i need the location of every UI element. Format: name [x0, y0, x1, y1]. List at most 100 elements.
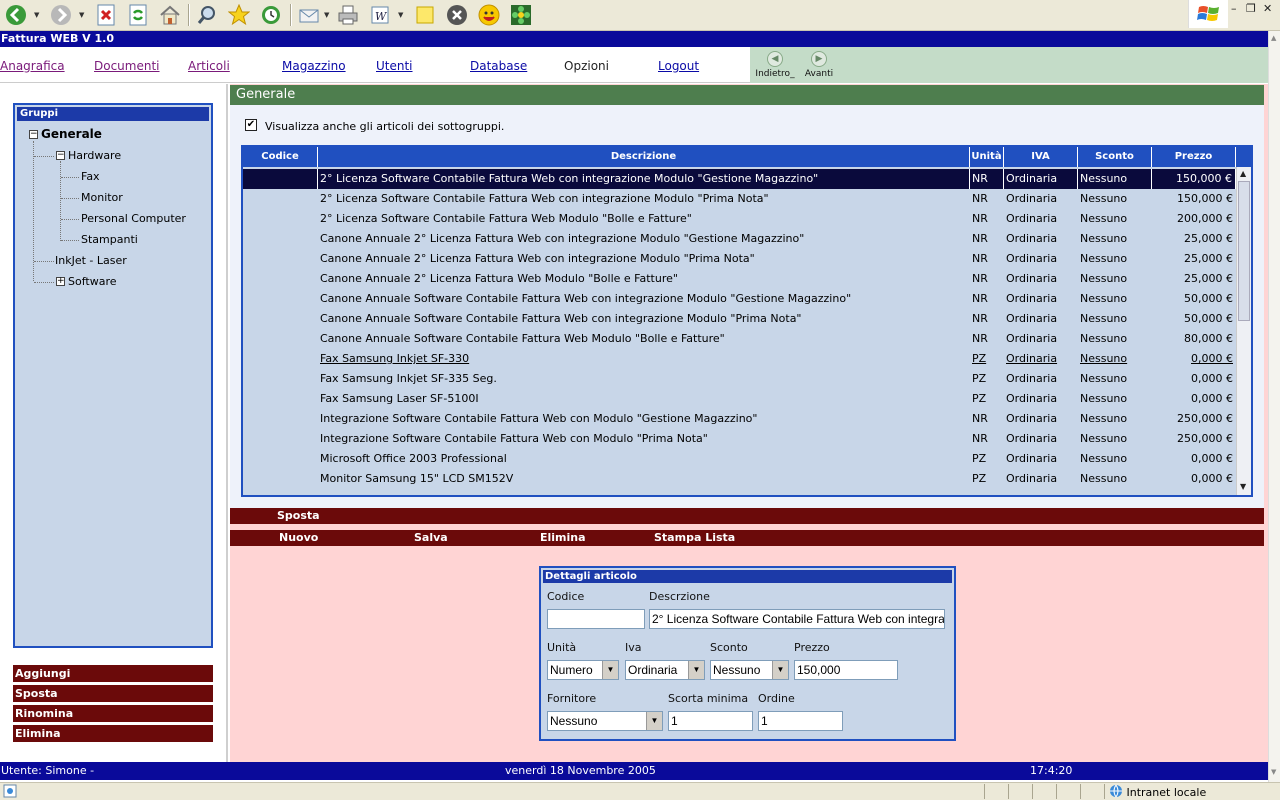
table-row[interactable]: Integrazione Software Contabile Fattura …	[243, 409, 1236, 429]
tree-item-inkjet-laser[interactable]: InkJet - Laser	[55, 254, 127, 267]
table-row[interactable]: Fax Samsung Inkjet SF-335 Seg. PZ Ordinari…	[243, 369, 1236, 389]
refresh-icon[interactable]	[126, 3, 150, 27]
subgroups-checkbox[interactable]: ✔	[245, 119, 257, 131]
back-icon[interactable]	[4, 3, 28, 27]
col-sconto[interactable]: Sconto	[1078, 147, 1152, 167]
notes-icon[interactable]	[413, 3, 437, 27]
table-row[interactable]: Canone Annuale Software Contabile Fattur…	[243, 289, 1236, 309]
table-row[interactable]: Monitor Samsung 15" LCD SM152V PZ Ordinari…	[243, 469, 1236, 489]
salva-button[interactable]: Salva	[414, 530, 448, 546]
rinomina-button[interactable]: Rinomina	[13, 705, 213, 722]
tree-item-software[interactable]: Software	[68, 275, 117, 288]
table-row[interactable]: Canone Annuale 2° Licenza Fattura Web Mo…	[243, 269, 1236, 289]
print-icon[interactable]	[336, 3, 360, 27]
search-icon[interactable]	[195, 3, 219, 27]
table-scrollbar[interactable]: ▲ ▼	[1236, 167, 1251, 495]
scroll-thumb[interactable]	[1238, 181, 1250, 321]
tree-item-personal-computer[interactable]: Personal Computer	[81, 212, 186, 225]
table-row[interactable]: Canone Annuale 2° Licenza Fattura Web co…	[243, 249, 1236, 269]
sconto-select[interactable]: Nessuno ▼	[710, 660, 789, 680]
close-icon[interactable]: ✕	[1263, 2, 1272, 15]
expand-icon[interactable]: +	[56, 277, 65, 286]
scroll-down-icon[interactable]: ▼	[1271, 768, 1276, 776]
stop-icon[interactable]	[94, 3, 118, 27]
unita-select[interactable]: Numero ▼	[547, 660, 619, 680]
minimize-icon[interactable]: –	[1231, 2, 1237, 15]
mail-dropdown-icon[interactable]: ▼	[324, 12, 331, 19]
elimina-button[interactable]: Elimina	[540, 530, 586, 546]
tree-item-monitor[interactable]: Monitor	[81, 191, 123, 204]
table-row[interactable]: Canone Annuale Software Contabile Fattur…	[243, 309, 1236, 329]
collapse-icon[interactable]: −	[56, 151, 65, 160]
cell-prezzo-text: 0,000 €	[1191, 452, 1233, 465]
back-button[interactable]: ◀ Indietro_	[750, 51, 800, 79]
col-codice[interactable]: Codice	[243, 147, 318, 167]
cell-iva-text: Ordinaria	[1006, 292, 1058, 305]
table-row[interactable]: Canone Annuale Software Contabile Fattur…	[243, 329, 1236, 349]
table-row[interactable]: 2° Licenza Software Contabile Fattura We…	[243, 209, 1236, 229]
cell-iva-text: Ordinaria	[1006, 452, 1058, 465]
nuovo-button[interactable]: Nuovo	[279, 530, 318, 546]
favorites-icon[interactable]	[227, 3, 251, 27]
forward-dropdown-icon[interactable]: ▼	[79, 12, 86, 19]
action-bar-bottom: Nuovo Salva Elimina Stampa Lista	[230, 530, 1264, 546]
descrizione-input[interactable]: 2° Licenza Software Contabile Fattura We…	[649, 609, 945, 629]
menu-logout[interactable]: Logout	[658, 59, 699, 73]
menu-opzioni[interactable]: Opzioni	[564, 59, 609, 73]
restore-icon[interactable]: ❐	[1246, 2, 1256, 15]
edit-dropdown-icon[interactable]: ▼	[398, 12, 405, 19]
stampa-lista-button[interactable]: Stampa Lista	[654, 530, 735, 546]
sposta-button[interactable]: Sposta	[277, 508, 320, 524]
edit-icon[interactable]: W	[368, 3, 392, 27]
tree-item-hardware[interactable]: Hardware	[68, 149, 121, 162]
menu-documenti[interactable]: Documenti	[94, 59, 160, 73]
elimina-group-button[interactable]: Elimina	[13, 725, 213, 742]
col-unita[interactable]: Unità	[970, 147, 1004, 167]
forward-button[interactable]: ▶ Avanti	[794, 51, 844, 79]
chevron-down-icon[interactable]: ▼	[646, 712, 662, 730]
tree-item-generale[interactable]: Generale	[41, 127, 102, 141]
flower-icon[interactable]	[509, 3, 533, 27]
home-icon[interactable]	[158, 3, 182, 27]
collapse-icon[interactable]: −	[29, 130, 38, 139]
col-prezzo[interactable]: Prezzo	[1152, 147, 1236, 167]
menu-magazzino[interactable]: Magazzino	[282, 59, 346, 73]
menu-anagrafica[interactable]: Anagrafica	[0, 59, 65, 73]
menu-utenti[interactable]: Utenti	[376, 59, 413, 73]
table-row[interactable]: Microsoft Office 2003 Professional PZ Ordi…	[243, 449, 1236, 469]
history-icon[interactable]	[259, 3, 283, 27]
scroll-down-icon[interactable]: ▼	[1240, 482, 1246, 491]
col-iva[interactable]: IVA	[1004, 147, 1078, 167]
mail-icon[interactable]	[297, 3, 321, 27]
table-row[interactable]: Integrazione Software Contabile Fattura …	[243, 429, 1236, 449]
smiley-icon[interactable]	[477, 3, 501, 27]
scroll-up-icon[interactable]: ▲	[1271, 34, 1276, 42]
chevron-down-icon[interactable]: ▼	[772, 661, 788, 679]
table-row[interactable]: 2° Licenza Software Contabile Fattura We…	[243, 189, 1236, 209]
table-row[interactable]: Canone Annuale 2° Licenza Fattura Web co…	[243, 229, 1236, 249]
chevron-down-icon[interactable]: ▼	[688, 661, 704, 679]
iva-select[interactable]: Ordinaria ▼	[625, 660, 705, 680]
prezzo-input[interactable]: 150,000	[794, 660, 898, 680]
col-descrizione[interactable]: Descrizione	[318, 147, 970, 167]
menu-articoli[interactable]: Articoli	[188, 59, 230, 73]
sposta-group-button[interactable]: Sposta	[13, 685, 213, 702]
tree-item-stampanti[interactable]: Stampanti	[81, 233, 138, 246]
codice-input[interactable]	[547, 609, 645, 629]
back-dropdown-icon[interactable]: ▼	[34, 12, 41, 19]
aggiungi-button[interactable]: Aggiungi	[13, 665, 213, 682]
table-row[interactable]: Fax Samsung Inkjet SF-330 PZ Ordinaria Ness…	[243, 349, 1236, 369]
table-row[interactable]: 2° Licenza Software Contabile Fattura We…	[243, 169, 1236, 189]
scorta-minima-input[interactable]: 1	[668, 711, 753, 731]
cell-unita-text: PZ	[972, 372, 987, 385]
forward-icon[interactable]	[49, 3, 73, 27]
fornitore-select[interactable]: Nessuno ▼	[547, 711, 663, 731]
menu-database[interactable]: Database	[470, 59, 527, 73]
close-circle-icon[interactable]	[445, 3, 469, 27]
scroll-up-icon[interactable]: ▲	[1240, 169, 1246, 178]
chevron-down-icon[interactable]: ▼	[602, 661, 618, 679]
table-row[interactable]: Fax Samsung Laser SF-5100I PZ Ordinaria Nes…	[243, 389, 1236, 409]
ordine-input[interactable]: 1	[758, 711, 843, 731]
page-scrollbar[interactable]: ▲ ▼	[1268, 31, 1280, 782]
tree-item-fax[interactable]: Fax	[81, 170, 100, 183]
